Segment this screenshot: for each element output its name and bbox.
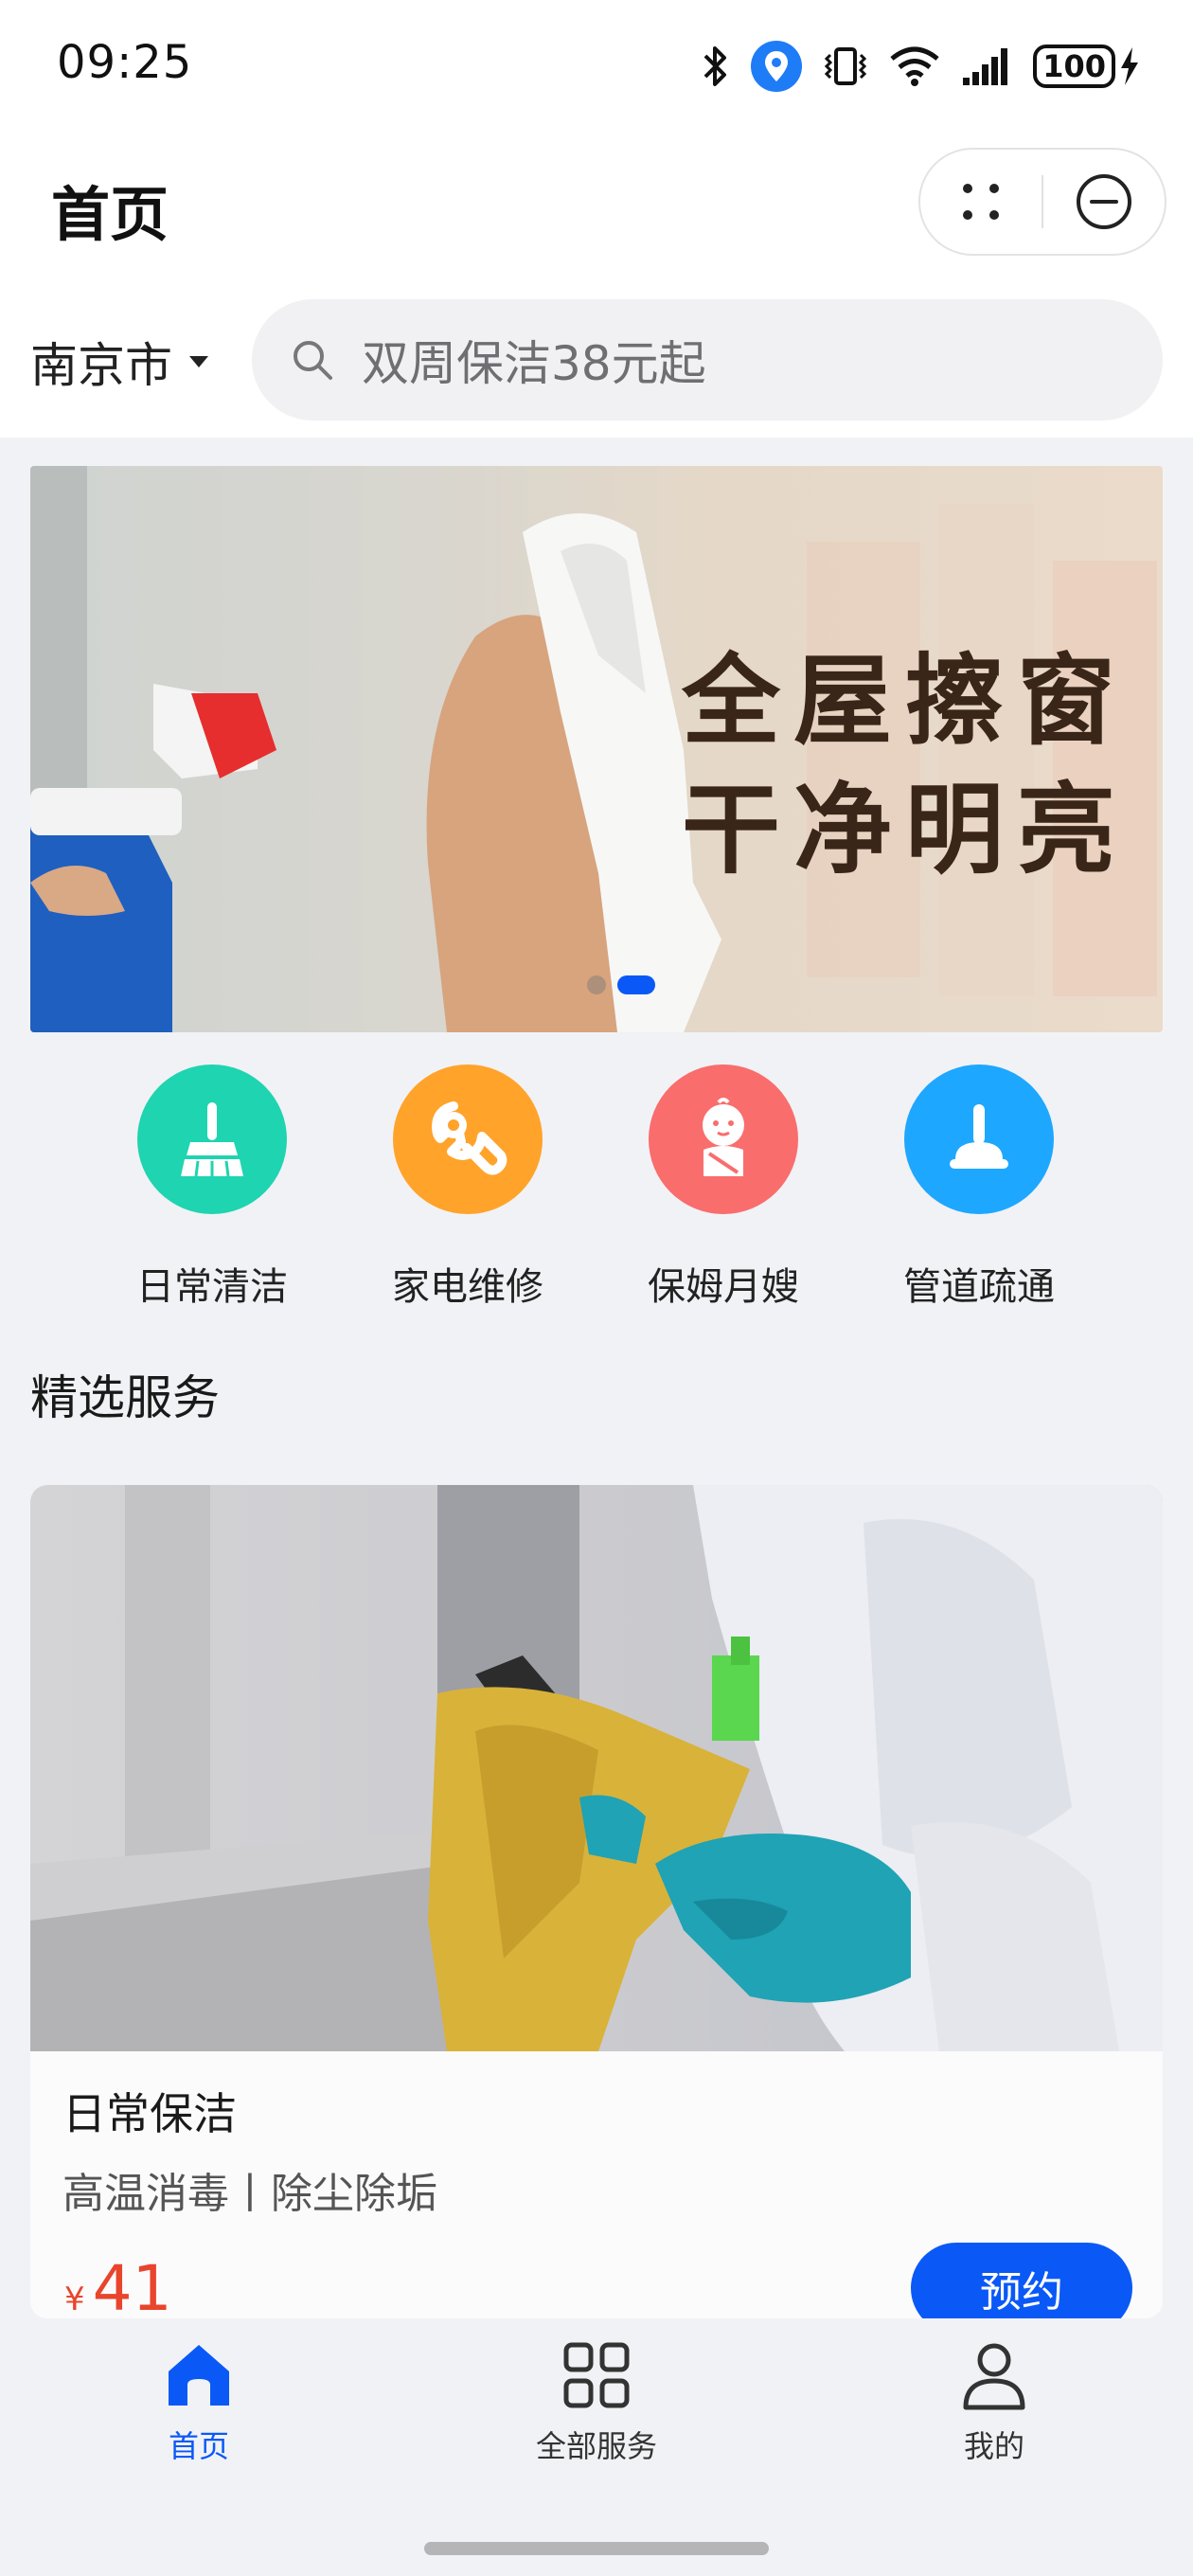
home-page: 09:25 100 首页 南京市 双周保洁38元起 全屋擦窗 干净明亮 日常清洁… — [0, 0, 1193, 2576]
banner-line-2: 干净明亮 — [681, 772, 1129, 887]
service-card[interactable]: 日常保洁 高温消毒丨除尘除垢 ¥ 41 预约 — [30, 1485, 1163, 2318]
tab-all-services[interactable]: 全部服务 — [454, 2337, 739, 2466]
baby-icon — [703, 1098, 744, 1176]
search-icon — [294, 341, 332, 380]
service-image — [30, 1485, 1163, 2051]
category-label: 日常清洁 — [136, 1265, 288, 1309]
tab-mine[interactable]: 我的 — [852, 2337, 1136, 2466]
location-icon — [751, 41, 803, 92]
search-row: 南京市 双周保洁38元起 — [0, 275, 1193, 438]
signal-icon — [963, 48, 1008, 85]
category-icon-bg — [393, 1064, 543, 1214]
pagination-dot-active[interactable] — [617, 975, 655, 994]
book-button[interactable]: 预约 — [911, 2243, 1132, 2318]
bottom-tab-bar: 首页 全部服务 我的 — [0, 2318, 1193, 2576]
battery-indicator: 100 — [1033, 45, 1140, 88]
category-icon-bg — [137, 1064, 287, 1214]
charging-icon — [1121, 47, 1138, 85]
category-daily-cleaning[interactable]: 日常清洁 — [117, 1064, 307, 1311]
category-appliance-repair[interactable]: 家电维修 — [373, 1064, 562, 1311]
city-selector[interactable]: 南京市 — [30, 328, 210, 396]
banner-pagination — [587, 975, 655, 994]
tab-label: 全部服务 — [535, 2428, 657, 2464]
tab-label: 我的 — [963, 2428, 1024, 2464]
app-header: 首页 — [0, 133, 1193, 275]
more-dots-icon — [963, 184, 999, 220]
broom-icon — [181, 1102, 243, 1177]
category-nanny[interactable]: 保姆月嫂 — [629, 1064, 818, 1311]
tab-home[interactable]: 首页 — [57, 2337, 341, 2466]
wrench-icon — [432, 1101, 507, 1175]
banner-line-1: 全屋擦窗 — [681, 643, 1129, 759]
close-circle-icon — [1076, 174, 1131, 229]
home-indicator[interactable] — [424, 2542, 769, 2555]
status-time: 09:25 — [57, 36, 193, 89]
pagination-dot[interactable] — [587, 975, 606, 994]
city-name: 南京市 — [30, 338, 172, 393]
mini-program-capsule — [918, 148, 1166, 256]
category-icon-bg — [649, 1064, 798, 1214]
tab-label: 首页 — [168, 2428, 229, 2464]
vibrate-icon — [825, 47, 867, 85]
promo-banner[interactable]: 全屋擦窗 干净明亮 — [30, 466, 1163, 1032]
category-icon-bg — [904, 1064, 1054, 1214]
category-label: 家电维修 — [392, 1265, 543, 1309]
user-icon — [963, 2343, 1025, 2410]
section-title: 精选服务 — [30, 1370, 220, 1425]
battery-icon: 100 — [1033, 45, 1115, 88]
category-label: 管道疏通 — [903, 1265, 1055, 1309]
page-title: 首页 — [51, 180, 169, 249]
service-price: ¥ 41 — [64, 2252, 172, 2318]
close-button[interactable] — [1043, 150, 1165, 254]
price-currency: ¥ — [64, 2281, 85, 2318]
status-bar: 09:25 100 — [0, 0, 1193, 133]
banner-headline: 全屋擦窗 干净明亮 — [682, 636, 1129, 894]
service-title: 日常保洁 — [62, 2088, 237, 2139]
caret-down-icon — [189, 356, 208, 367]
category-pipe-unclog[interactable]: 管道疏通 — [884, 1064, 1074, 1311]
home-icon — [169, 2345, 229, 2406]
status-icons: 100 — [702, 38, 1140, 95]
plunger-icon — [950, 1104, 1008, 1169]
price-value: 41 — [92, 2252, 172, 2318]
wifi-icon — [890, 46, 939, 86]
bluetooth-icon — [703, 46, 727, 86]
more-button[interactable] — [920, 150, 1042, 254]
search-placeholder: 双周保洁38元起 — [362, 336, 706, 391]
service-description: 高温消毒丨除尘除垢 — [62, 2170, 437, 2218]
category-label: 保姆月嫂 — [648, 1265, 799, 1309]
search-input[interactable]: 双周保洁38元起 — [252, 299, 1163, 420]
category-grid: 日常清洁 家电维修 保姆月嫂 管道疏通 — [0, 1053, 1193, 1328]
grid-icon — [563, 2342, 630, 2408]
